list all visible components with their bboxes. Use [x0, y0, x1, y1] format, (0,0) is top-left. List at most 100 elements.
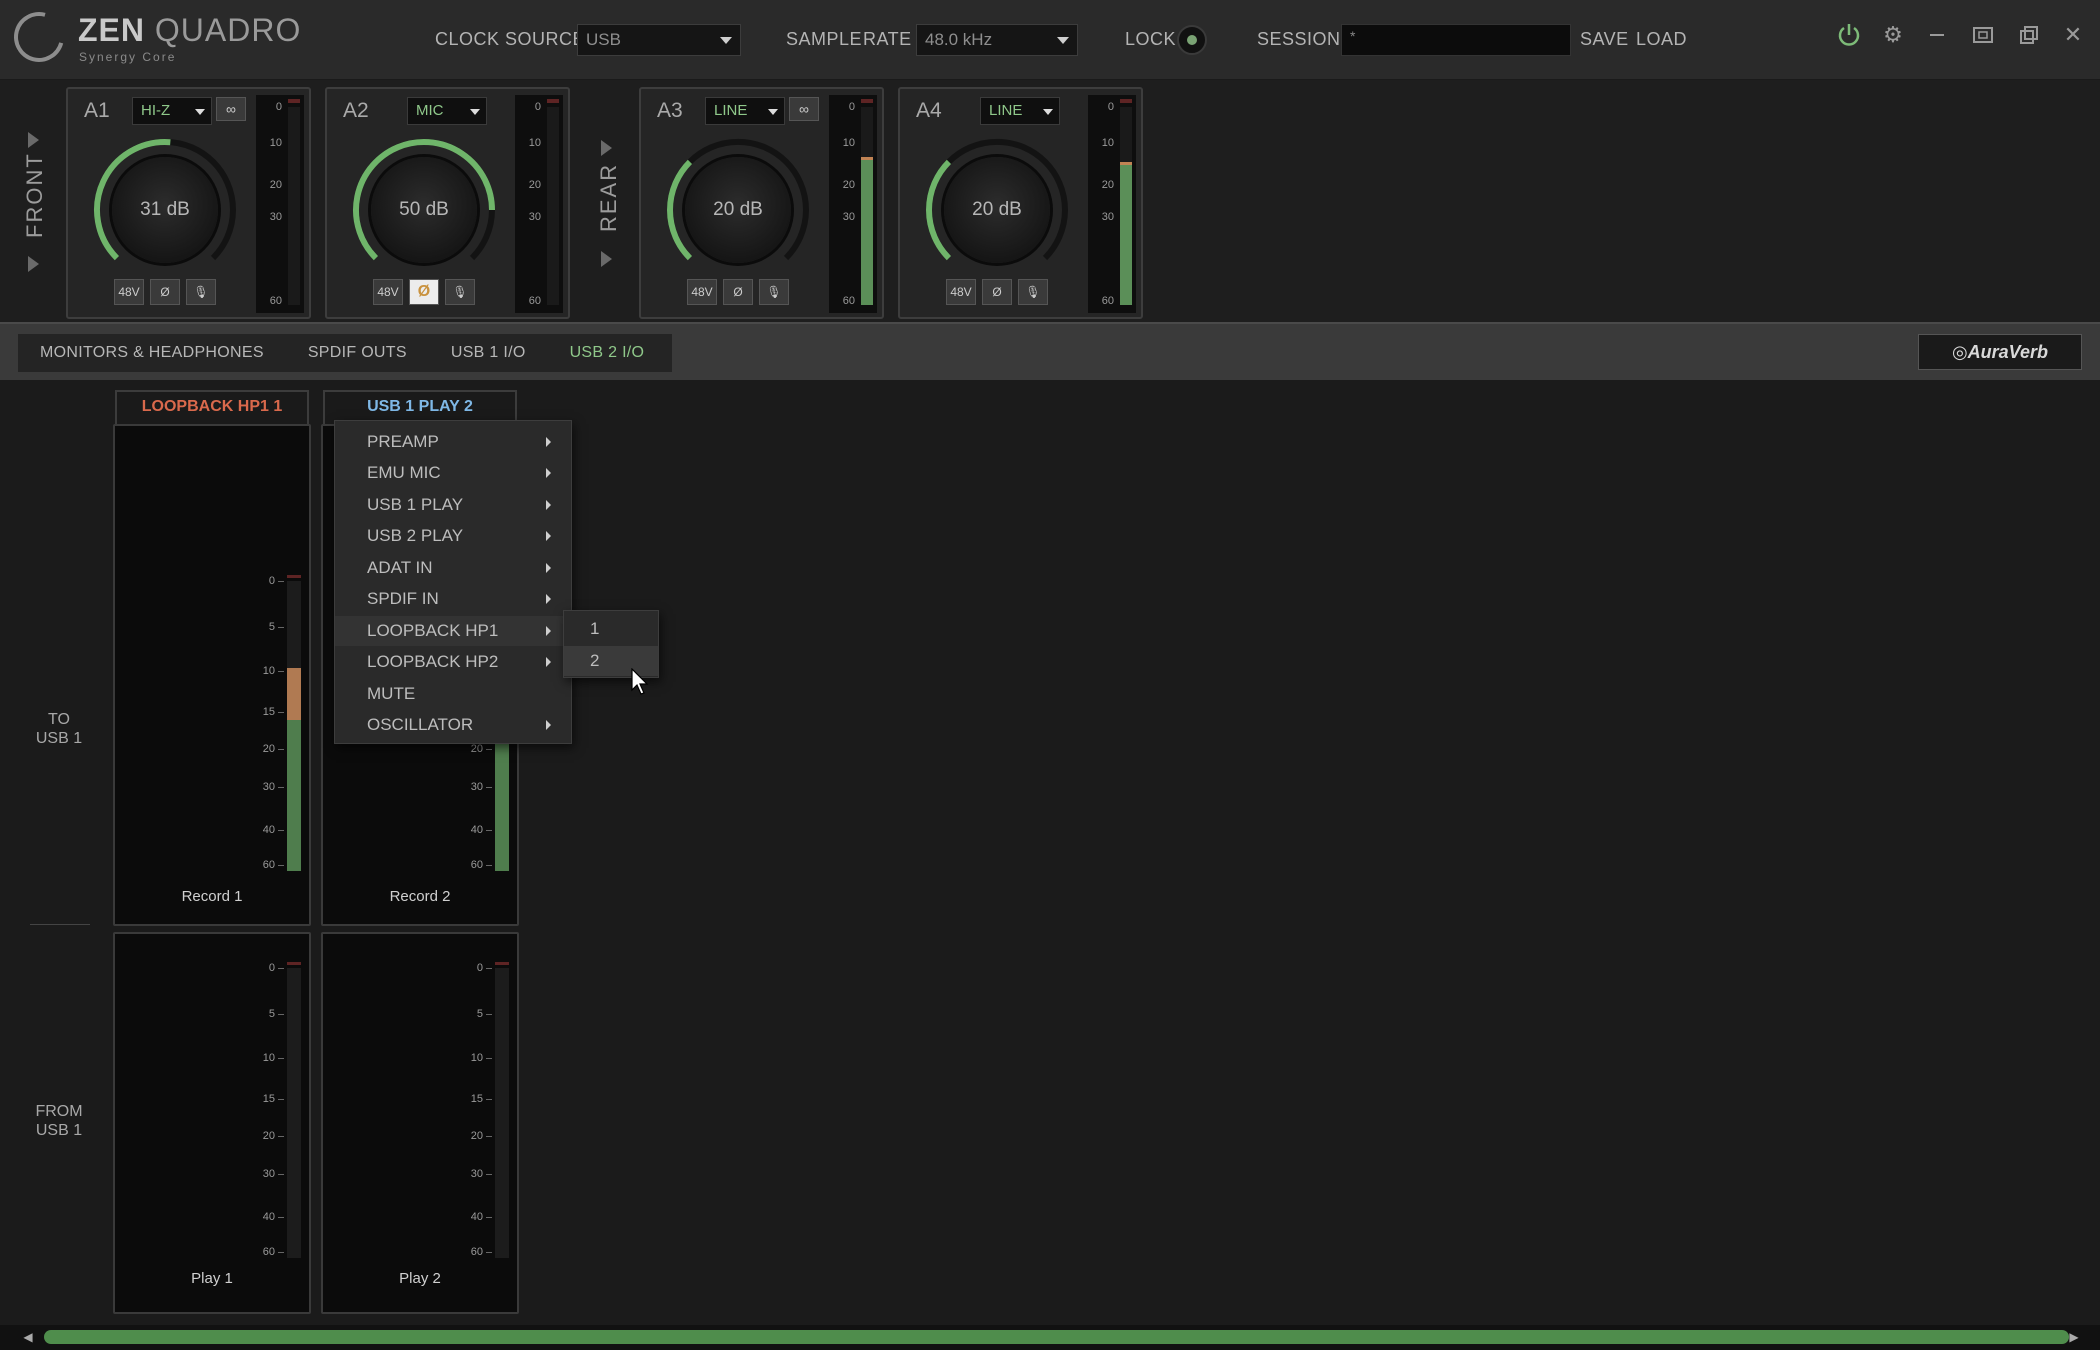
phase-invert-button[interactable]: Ø	[982, 279, 1012, 305]
minimize-icon[interactable]	[1920, 18, 1954, 52]
meter-scale-label: 20	[842, 179, 855, 191]
meter-tick	[486, 749, 492, 751]
meter-scale-label: 40	[470, 1211, 483, 1224]
meter-tick	[278, 1173, 284, 1175]
app-subtitle: Synergy Core	[79, 50, 177, 64]
load-button[interactable]: LOAD	[1636, 29, 1687, 50]
record-1-label: Record 1	[181, 888, 243, 905]
fullscreen-icon[interactable]	[1966, 18, 2000, 52]
meter-scale-label: 0	[275, 101, 282, 113]
meter-scale-label: 30	[269, 211, 282, 223]
input-type-select[interactable]: LINE	[980, 97, 1060, 125]
record-2-source-button[interactable]: USB 1 PLAY 2	[323, 390, 517, 424]
meter-scale-label: 0	[268, 962, 275, 974]
meter-scale-label: 60	[470, 859, 483, 872]
menu-item-mute[interactable]: MUTE	[335, 679, 571, 709]
scroll-left-icon[interactable]: ◀	[20, 1329, 36, 1345]
menu-item-loopback-hp1[interactable]: LOOPBACK HP1	[335, 616, 571, 646]
menu-item-spdif-in[interactable]: SPDIF IN	[335, 584, 571, 614]
play-2-strip: 0 5 10 15 20 30 40 60 Play 2	[321, 932, 519, 1314]
sample-rate-label-1: SAMPLE	[786, 29, 863, 49]
scroll-right-icon[interactable]: ▶	[2066, 1329, 2082, 1345]
lock-label: LOCK	[1125, 29, 1177, 49]
tab-usb2-io[interactable]: USB 2 I/O	[548, 334, 667, 372]
front-next-arrow-icon[interactable]	[28, 256, 39, 272]
auraverb-logo-icon: ◎	[1951, 342, 1968, 362]
clock-source-select[interactable]: USB	[577, 24, 741, 56]
chevron-down-icon	[720, 37, 732, 44]
input-level-meter: 0 10 20 30 60	[515, 95, 563, 313]
gain-knob[interactable]: 20 dB	[665, 137, 811, 283]
menu-item-loopback-hp2[interactable]: LOOPBACK HP2	[335, 647, 571, 677]
meter-scale-label: 5	[476, 1008, 483, 1021]
row-label-from-usb1: FROM USB 1	[35, 1103, 83, 1139]
gain-knob[interactable]: 50 dB	[351, 137, 497, 283]
play-1-strip: 0 5 10 15 20 30 40 60 Play 1	[113, 932, 311, 1314]
close-icon[interactable]: ✕	[2056, 18, 2090, 52]
meter-tick	[278, 627, 284, 629]
meter-tick	[486, 1098, 492, 1100]
meter-scale-label: 0	[476, 962, 483, 974]
input-level-meter: 0 10 20 30 60	[1088, 95, 1136, 313]
phase-invert-button[interactable]: Ø	[150, 279, 180, 305]
scrollbar-thumb[interactable]	[44, 1330, 2069, 1344]
stereo-link-button[interactable]: ∞	[789, 97, 819, 121]
meter-tick	[278, 968, 284, 969]
meter-scale-label: 0	[534, 101, 541, 113]
horizontal-scrollbar[interactable]: ◀ ▶	[0, 1325, 2100, 1350]
input-channel-a4: A4 LINE 20 dB 48V Ø 🎙 0 10 20 30 60	[898, 87, 1143, 319]
phase-invert-button[interactable]: Ø	[409, 279, 439, 305]
sample-rate-select[interactable]: 48.0 kHz	[916, 24, 1078, 56]
save-button[interactable]: SAVE	[1580, 29, 1629, 50]
meter-scale-label: 30	[262, 780, 275, 793]
phantom-48v-button[interactable]: 48V	[687, 279, 717, 305]
submenu-item-1[interactable]: 1	[564, 614, 658, 644]
mic-icon[interactable]: 🎙	[186, 279, 216, 305]
phantom-48v-button[interactable]: 48V	[373, 279, 403, 305]
meter-tick	[278, 786, 284, 788]
input-level-meter: 0 10 20 30 60	[829, 95, 877, 313]
phantom-48v-button[interactable]: 48V	[946, 279, 976, 305]
power-icon[interactable]	[1832, 18, 1866, 52]
restore-icon[interactable]	[2012, 18, 2046, 52]
record-1-source-button[interactable]: LOOPBACK HP1 1	[115, 390, 309, 424]
menu-item-preamp[interactable]: PREAMP	[335, 427, 571, 457]
menu-item-emu-mic[interactable]: EMU MIC	[335, 458, 571, 488]
play-2-level-meter: 0 5 10 15 20 30 40 60	[453, 962, 513, 1268]
tab-spdif-outs[interactable]: SPDIF OUTS	[286, 334, 429, 372]
front-prev-arrow-icon[interactable]	[28, 132, 39, 148]
tab-monitors-headphones[interactable]: MONITORS & HEADPHONES	[18, 334, 286, 372]
mic-icon[interactable]: 🎙	[1018, 279, 1048, 305]
meter-scale-label: 0	[268, 575, 275, 587]
chevron-right-icon	[546, 437, 551, 447]
input-type-select[interactable]: LINE	[705, 97, 785, 125]
source-context-menu: PREAMP EMU MIC USB 1 PLAY USB 2 PLAY ADA…	[334, 420, 572, 744]
rear-label: REAR	[596, 162, 621, 232]
mic-icon[interactable]: 🎙	[445, 279, 475, 305]
auraverb-button[interactable]: ◎AuraVerb	[1918, 334, 2082, 370]
stereo-link-button[interactable]: ∞	[216, 97, 246, 121]
session-name-field[interactable]: *	[1341, 24, 1571, 56]
mic-icon[interactable]: 🎙	[759, 279, 789, 305]
rear-next-arrow-icon[interactable]	[601, 251, 612, 267]
menu-item-oscillator[interactable]: OSCILLATOR	[335, 710, 571, 740]
input-type-select[interactable]: MIC	[407, 97, 487, 125]
meter-tick	[278, 1098, 284, 1100]
menu-item-adat-in[interactable]: ADAT IN	[335, 553, 571, 583]
meter-scale-label: 10	[1101, 137, 1114, 149]
input-type-select[interactable]: HI-Z	[132, 97, 212, 125]
tab-usb1-io[interactable]: USB 1 I/O	[429, 334, 548, 372]
gain-value: 20 dB	[713, 199, 763, 220]
meter-scale-label: 15	[262, 1092, 275, 1105]
rear-prev-arrow-icon[interactable]	[601, 140, 612, 156]
meter-scale-label: 10	[262, 664, 275, 677]
chevron-right-icon	[546, 626, 551, 636]
phantom-48v-button[interactable]: 48V	[114, 279, 144, 305]
gear-icon[interactable]: ⚙	[1876, 18, 1910, 52]
phase-invert-button[interactable]: Ø	[723, 279, 753, 305]
meter-tick	[278, 711, 284, 713]
menu-item-usb1-play[interactable]: USB 1 PLAY	[335, 490, 571, 520]
gain-knob[interactable]: 31 dB	[92, 137, 238, 283]
gain-knob[interactable]: 20 dB	[924, 137, 1070, 283]
menu-item-usb2-play[interactable]: USB 2 PLAY	[335, 521, 571, 551]
